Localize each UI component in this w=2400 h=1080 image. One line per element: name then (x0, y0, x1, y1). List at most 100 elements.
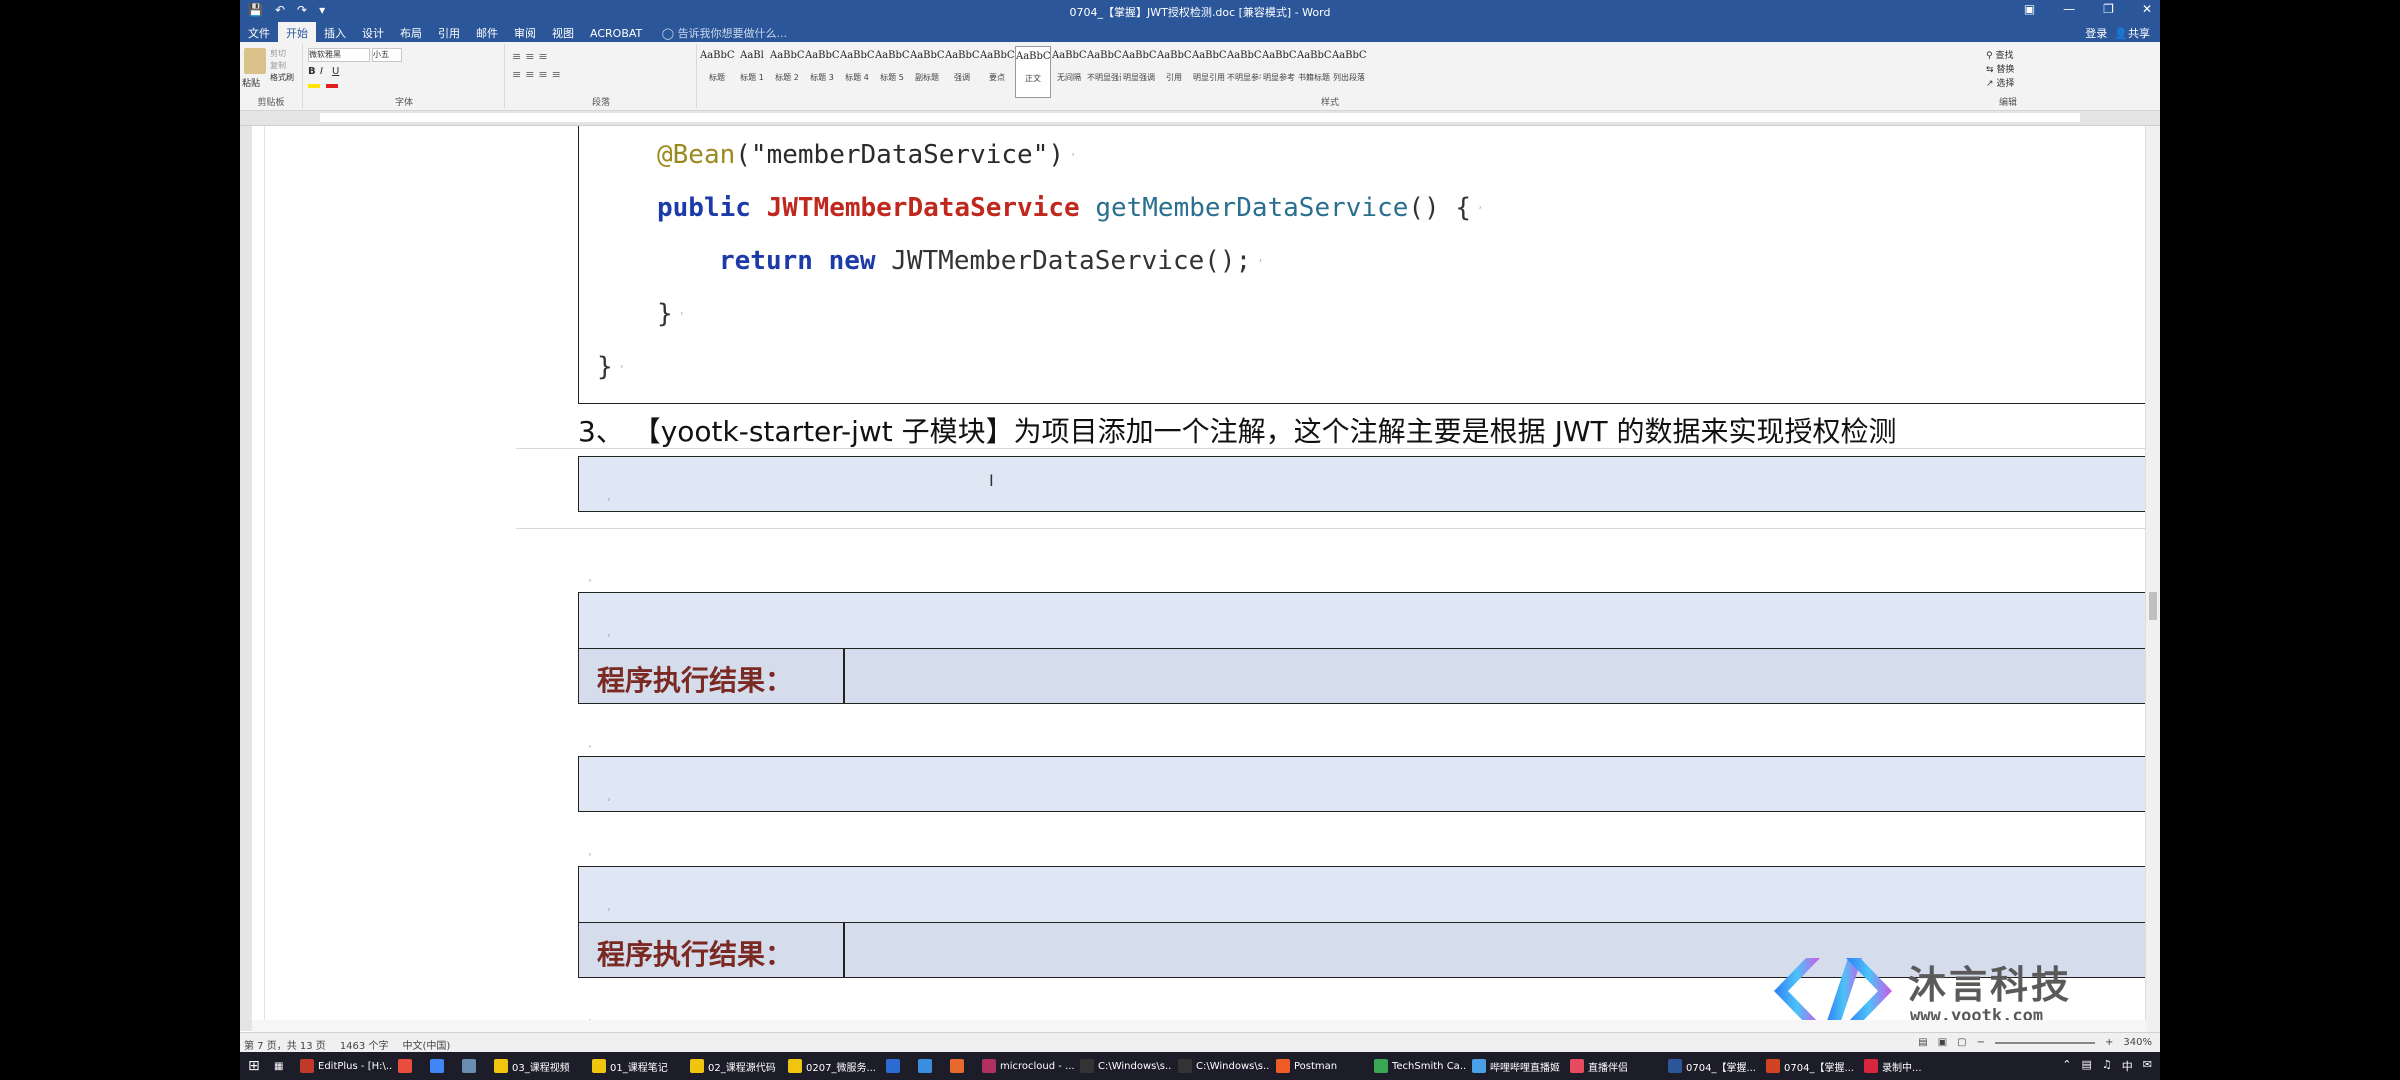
italic-icon[interactable]: I (320, 66, 323, 77)
page-count[interactable]: 第 7 页，共 13 页 (244, 1037, 326, 1052)
zoom-level[interactable]: 340% (2123, 1037, 2152, 1048)
code-block[interactable]: @Bean("memberDataService") ⸒ public JWTM… (578, 126, 2146, 404)
paste-icon[interactable] (244, 48, 266, 74)
language[interactable]: 中文(中国) (402, 1037, 450, 1052)
close-icon[interactable]: ✕ (2142, 2, 2152, 16)
system-tray: ⌃ ▤ ♫ 中 ✉ (2062, 1058, 2152, 1074)
taskbar-item[interactable]: TechSmith Ca... (1374, 1056, 1466, 1076)
minimize-icon[interactable]: — (2063, 2, 2075, 16)
horizontal-ruler[interactable] (240, 111, 2160, 126)
taskbar-item[interactable]: 录制中... (1864, 1056, 1956, 1076)
tab-file[interactable]: 文件 (240, 22, 278, 44)
cut-button[interactable]: 剪切 (270, 48, 286, 59)
taskbar-item-label: 0704_【掌握... (1784, 1062, 1854, 1074)
web-layout-icon[interactable]: ▢ (1957, 1037, 1966, 1048)
taskbar-item[interactable]: 0704_【掌握... (1766, 1056, 1858, 1076)
taskbar-item[interactable]: 哔哩哔哩直播姬 (1472, 1056, 1564, 1076)
share-icon: 👤 (2114, 27, 2128, 40)
tab-insert[interactable]: 插入 (316, 22, 354, 44)
zoom-out-icon[interactable]: − (1977, 1037, 1985, 1048)
tab-references[interactable]: 引用 (430, 22, 468, 44)
bold-icon[interactable]: B (308, 66, 316, 77)
align-icons[interactable]: ≡≡≡≡ (512, 68, 565, 81)
taskbar-item-label: 01_课程笔记 (610, 1062, 668, 1074)
list-icons[interactable]: ≡≡≡ (512, 50, 552, 63)
font-size-select[interactable]: 小五 (372, 48, 402, 62)
app-icon (918, 1059, 932, 1073)
volume-icon[interactable]: ♫ (2102, 1058, 2112, 1074)
tab-acrobat[interactable]: ACROBAT (582, 24, 650, 43)
taskbar-item[interactable]: microcloud - ... (982, 1056, 1074, 1076)
taskbar-item[interactable]: C:\Windows\s... (1178, 1056, 1270, 1076)
taskbar-item[interactable]: 0207_微服务... (788, 1056, 880, 1076)
zoom-slider[interactable] (1995, 1041, 2096, 1044)
editing-group: ⚲ 查找 ⇆ 替换 ↗ 选择 编辑 (1980, 44, 2036, 108)
taskbar-item[interactable]: 0704_【掌握... (1668, 1056, 1760, 1076)
print-layout-icon[interactable]: ▣ (1938, 1037, 1947, 1048)
app-icon (1668, 1059, 1682, 1073)
taskbar-item[interactable] (398, 1056, 424, 1076)
taskbar-item[interactable] (950, 1056, 976, 1076)
ime-icon[interactable]: 中 (2122, 1058, 2133, 1074)
taskbar-item[interactable]: 03_课程视频 (494, 1056, 586, 1076)
document-canvas[interactable]: @Bean("memberDataService") ⸒ public JWTM… (252, 126, 2146, 1032)
taskbar-item[interactable]: 02_课程源代码 (690, 1056, 782, 1076)
start-button[interactable]: ⊞ (248, 1056, 260, 1076)
tab-mailings[interactable]: 邮件 (468, 22, 506, 44)
underline-icon[interactable]: U (332, 66, 339, 77)
replace-button[interactable]: ⇆ 替换 (1986, 62, 2014, 75)
highlight-color-icon[interactable] (308, 84, 320, 88)
select-button[interactable]: ↗ 选择 (1986, 76, 2014, 89)
copy-button[interactable]: 复制 (270, 60, 286, 71)
taskbar-item[interactable] (886, 1056, 912, 1076)
taskbar-item[interactable]: EditPlus - [H:\... (300, 1056, 392, 1076)
code-annotation-args: ("memberDataService") (735, 140, 1065, 170)
task-view-button[interactable]: ▦ (274, 1056, 283, 1076)
paste-button[interactable]: 粘贴 (242, 76, 260, 89)
title-bar: 💾 ↶ ↷ ▾ 0704_【掌握】JWT授权检测.doc [兼容模式] - Wo… (240, 0, 2160, 22)
font-name-select[interactable]: 微软雅黑 (308, 48, 370, 62)
horizontal-scrollbar[interactable] (252, 1020, 2146, 1032)
zoom-in-icon[interactable]: + (2105, 1037, 2113, 1048)
tell-me-input[interactable]: ◯ 告诉我你想要做什么... (654, 22, 795, 44)
paragraph-mark: ⸒ (588, 842, 592, 856)
empty-code-block-2[interactable]: ⸒ (578, 756, 2146, 812)
scroll-thumb[interactable] (2149, 592, 2157, 620)
ribbon-display-icon[interactable]: ▣ (2024, 2, 2035, 16)
step-heading[interactable]: 3、 【yootk-starter-jwt 子模块】为项目添加一个注解，这个注解… (578, 410, 1897, 450)
tab-view[interactable]: 视图 (544, 22, 582, 44)
taskbar-item[interactable]: 直播伴侣 (1570, 1056, 1662, 1076)
yootk-logo-icon (1774, 958, 1892, 1024)
vertical-scrollbar[interactable] (2145, 126, 2160, 1032)
tab-layout[interactable]: 布局 (392, 22, 430, 44)
share-button[interactable]: 共享 (2128, 27, 2150, 40)
taskbar-item[interactable]: 01_课程笔记 (592, 1056, 684, 1076)
word-count[interactable]: 1463 个字 (340, 1037, 389, 1052)
format-painter-button[interactable]: 格式刷 (270, 72, 294, 83)
taskbar-item[interactable] (462, 1056, 488, 1076)
styles-group: 样式 (700, 44, 1960, 108)
vertical-ruler[interactable] (240, 126, 252, 1031)
empty-code-block-1[interactable]: ⸒ Ⅰ (578, 456, 2146, 512)
taskbar-item[interactable] (918, 1056, 944, 1076)
code-result-block-1[interactable]: ⸒ 程序执行结果： (578, 592, 2146, 704)
font-label: 字体 (394, 98, 413, 108)
taskbar-item[interactable] (430, 1056, 456, 1076)
clipboard-label: 剪贴板 (257, 98, 285, 108)
chevron-up-icon[interactable]: ⌃ (2062, 1058, 2071, 1074)
restore-icon[interactable]: ❐ (2103, 2, 2114, 16)
tab-design[interactable]: 设计 (354, 22, 392, 44)
tab-home[interactable]: 开始 (278, 22, 316, 44)
taskbar-item[interactable]: Postman (1276, 1056, 1368, 1076)
taskbar-item[interactable]: C:\Windows\s... (1080, 1056, 1172, 1076)
find-button[interactable]: ⚲ 查找 (1986, 48, 2013, 61)
tab-review[interactable]: 审阅 (506, 22, 544, 44)
taskbar-item-label: 直播伴侣 (1588, 1062, 1628, 1074)
login-link[interactable]: 登录 (2085, 27, 2107, 40)
app-icon (982, 1059, 996, 1073)
notification-icon[interactable]: ✉ (2143, 1058, 2152, 1074)
font-color-icon[interactable] (326, 84, 338, 88)
network-icon[interactable]: ▤ (2082, 1058, 2092, 1074)
read-mode-icon[interactable]: ▤ (1918, 1037, 1927, 1048)
replace-icon: ⇆ (1986, 65, 1994, 75)
